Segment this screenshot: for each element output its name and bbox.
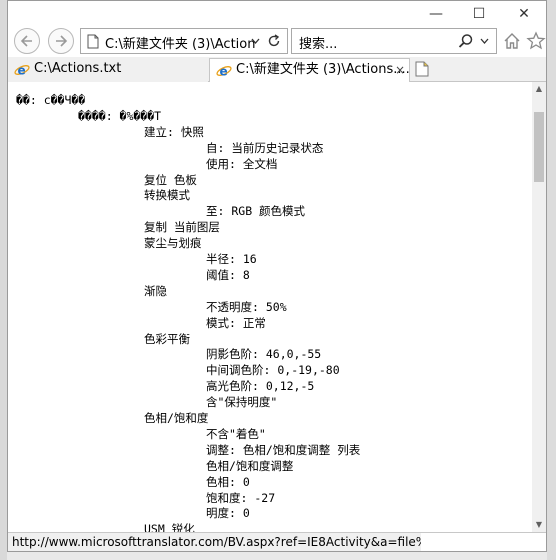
- content-line: 阴影色阶: 46,0,-55: [206, 347, 322, 362]
- close-tab-icon[interactable]: ×: [395, 59, 405, 81]
- tab-actions-folder[interactable]: e C:\新建文件夹 (3)\Actions.... ×: [209, 58, 410, 82]
- content-line: 自: 当前历史记录状态: [206, 140, 324, 155]
- background-window-left: [0, 0, 7, 560]
- navigation-bar: C:\新建文件夹 (3)\Action 搜索...: [8, 27, 546, 57]
- new-tab-icon: [415, 61, 429, 77]
- content-line: 使用: 全文档: [206, 156, 278, 171]
- search-icon[interactable]: [458, 33, 474, 49]
- maximize-button[interactable]: ☐: [463, 4, 495, 24]
- address-text: C:\新建文件夹 (3)\Action: [105, 37, 256, 52]
- content-line: 色相/饱和度: [144, 411, 209, 425]
- status-bar: http://www.microsofttranslator.com/BV.as…: [8, 532, 421, 551]
- content-line: 复位 色板: [144, 172, 197, 187]
- content-line: 阈值: 8: [206, 267, 250, 282]
- chevron-down-icon[interactable]: [251, 38, 260, 44]
- content-line: USM 锐化: [144, 522, 195, 532]
- minimize-button[interactable]: —: [420, 4, 452, 24]
- content-line: 模式: 正常: [206, 315, 266, 330]
- content-line: ����: �%���T: [78, 108, 162, 123]
- tab-actions-txt[interactable]: e C:\Actions.txt: [8, 58, 208, 82]
- content-line: 调整: 色相/饱和度调整 列表: [206, 442, 361, 457]
- internet-explorer-icon: e: [14, 64, 30, 78]
- new-tab-button[interactable]: [412, 57, 432, 81]
- svg-text:e: e: [220, 65, 228, 79]
- content-line: 建立: 快照: [144, 124, 204, 139]
- browser-window: — ☐ ✕ C:\新建文件夹 (3)\Action 搜索... e C:\Act…: [7, 0, 547, 552]
- content-line: 半径: 16: [206, 252, 257, 266]
- content-line: 转换模式: [144, 188, 190, 203]
- content-line: ��: c��Ч��: [16, 93, 86, 107]
- tab-label: C:\Actions.txt: [34, 61, 122, 76]
- arrow-right-icon: [56, 35, 68, 47]
- content-line: 色相: 0: [206, 474, 250, 489]
- tab-label: C:\新建文件夹 (3)\Actions....: [236, 62, 410, 77]
- svg-text:e: e: [18, 64, 26, 78]
- background-window-right: [547, 0, 556, 560]
- content-line: 明度: 0: [206, 506, 250, 521]
- content-line: 蒙尘与划痕: [144, 236, 202, 251]
- status-url: http://www.microsofttranslator.com/BV.as…: [12, 535, 421, 549]
- status-bar-blank: [421, 532, 546, 551]
- content-line: 不透明度: 50%: [206, 299, 287, 314]
- search-placeholder: 搜索...: [299, 37, 338, 52]
- scroll-up-arrow-icon[interactable]: ▲: [532, 82, 546, 96]
- content-line: 色彩平衡: [144, 331, 190, 346]
- forward-button[interactable]: [48, 28, 74, 54]
- internet-explorer-icon: e: [216, 65, 232, 79]
- scroll-down-arrow-icon[interactable]: ▼: [532, 518, 546, 532]
- content-line: 不含"着色": [206, 426, 266, 441]
- back-button[interactable]: [14, 28, 40, 54]
- address-bar[interactable]: C:\新建文件夹 (3)\Action: [80, 28, 288, 54]
- content-line: 复制 当前图层: [144, 220, 220, 235]
- scrollbar-thumb[interactable]: [534, 112, 544, 182]
- content-line: 色相/饱和度调整: [206, 458, 294, 473]
- chevron-down-icon[interactable]: [480, 38, 489, 44]
- favorites-star-icon[interactable]: [526, 31, 546, 51]
- content-line: 中间调色阶: 0,-19,-80: [206, 363, 340, 378]
- content-line: 至: RGB 颜色模式: [206, 204, 306, 219]
- content-line: 高光色阶: 0,12,-5: [206, 379, 315, 394]
- content-line: 渐隐: [144, 283, 167, 298]
- content-line: 含"保持明度": [206, 395, 278, 410]
- title-bar: — ☐ ✕: [8, 1, 546, 27]
- search-input[interactable]: 搜索...: [291, 28, 497, 54]
- home-icon[interactable]: [502, 31, 522, 51]
- content-line: 饱和度: -27: [206, 490, 276, 505]
- refresh-icon[interactable]: [267, 34, 281, 48]
- arrow-left-icon: [20, 35, 32, 47]
- close-window-button[interactable]: ✕: [508, 4, 540, 24]
- vertical-scrollbar[interactable]: ▲ ▼: [532, 82, 546, 532]
- document-content: ��: c��Ч�� ����: �%���T 建立: 快照 自: 当前历史记录状态使…: [8, 82, 532, 532]
- page-icon: [87, 34, 99, 49]
- tab-bar: e C:\Actions.txt e C:\新建文件夹 (3)\Actions.…: [8, 57, 546, 82]
